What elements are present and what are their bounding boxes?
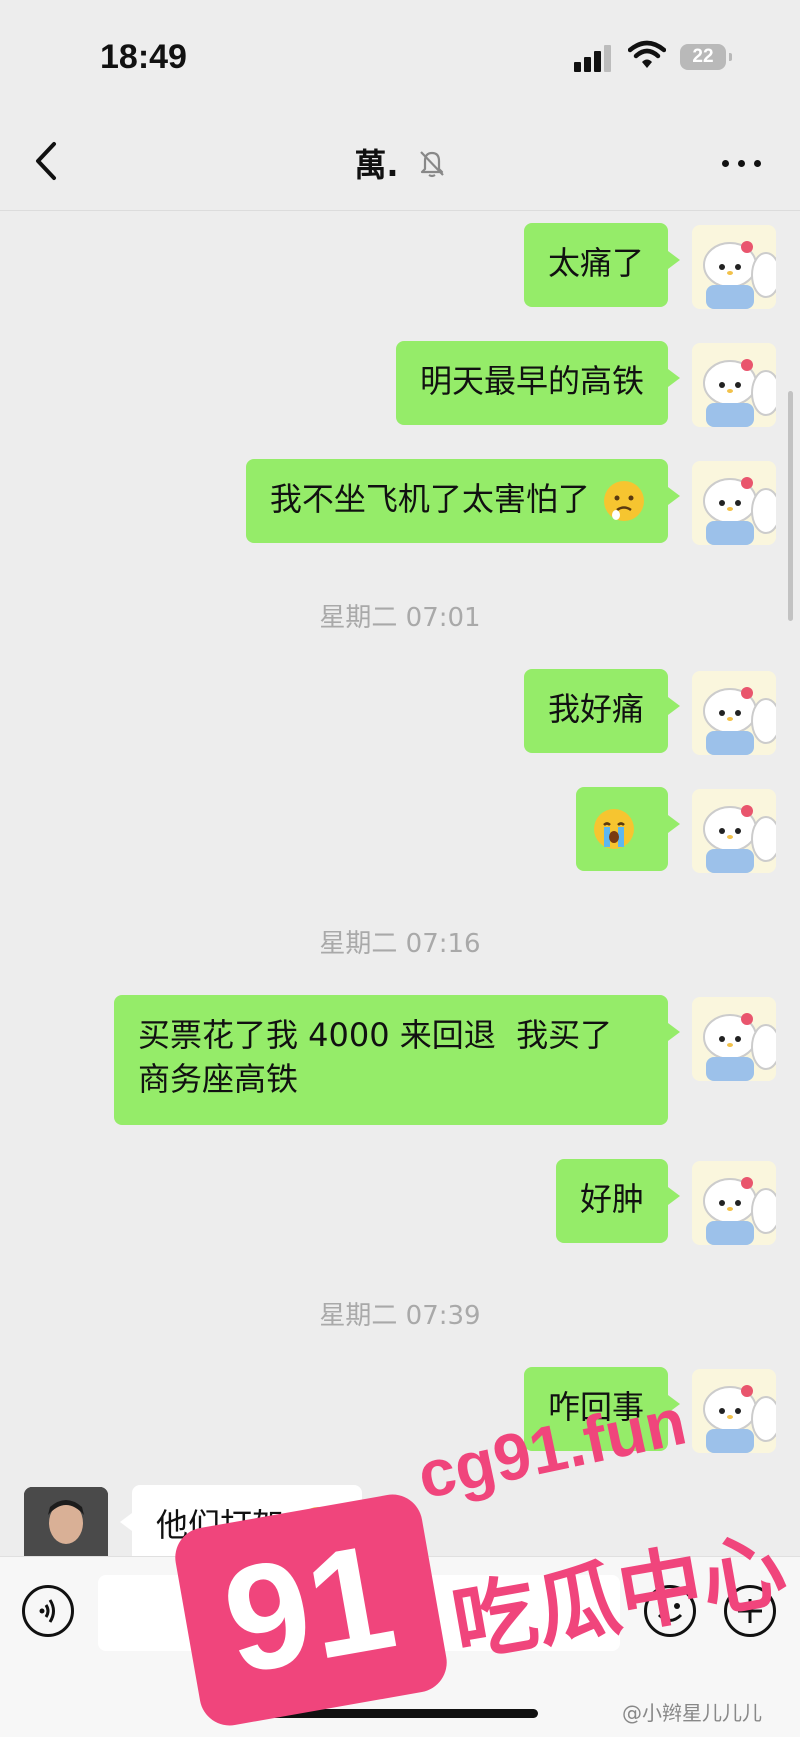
wifi-icon bbox=[628, 40, 666, 68]
mute-bell-icon bbox=[419, 151, 444, 178]
self-avatar[interactable] bbox=[692, 789, 776, 873]
hello-kitty-avatar-icon bbox=[703, 1177, 776, 1245]
signal-icon bbox=[574, 44, 614, 72]
self-avatar[interactable] bbox=[692, 1369, 776, 1453]
chat-title: 萬. bbox=[354, 146, 399, 184]
hello-kitty-avatar-icon bbox=[703, 241, 776, 309]
message-text-line: 买票花了我 4000 来回退 我买了 bbox=[138, 1016, 613, 1054]
message-bubble[interactable]: 咋回事 bbox=[523, 1367, 681, 1451]
message-input[interactable] bbox=[98, 1575, 620, 1651]
input-bar: @小辫星儿儿儿 bbox=[0, 1556, 800, 1737]
crying-face-emoji-icon bbox=[594, 809, 634, 849]
chat-header: 萬. bbox=[0, 118, 800, 211]
message-bubble[interactable]: 明天最早的高铁 bbox=[395, 341, 681, 425]
battery-indicator: 22 bbox=[680, 44, 732, 70]
message-list[interactable]: 太痛了 明天最早的高铁 我不坐飞机了太害怕了 星期二 07:01 我好痛 星期二… bbox=[0, 211, 800, 1571]
status-time: 18:49 bbox=[100, 38, 187, 76]
sad-face-emoji-icon bbox=[604, 481, 644, 521]
message-text: 我不坐飞机了太害怕了 bbox=[269, 480, 590, 518]
message-bubble[interactable] bbox=[576, 787, 680, 871]
timestamp: 星期二 07:16 bbox=[319, 929, 481, 959]
hello-kitty-avatar-icon bbox=[703, 1013, 776, 1081]
voice-icon bbox=[39, 1599, 55, 1623]
emoji-icon bbox=[657, 1603, 683, 1622]
self-avatar[interactable] bbox=[692, 1161, 776, 1245]
timestamp: 星期二 07:39 bbox=[319, 1301, 481, 1331]
self-avatar[interactable] bbox=[692, 997, 776, 1081]
message-text: 咋回事 bbox=[547, 1388, 644, 1426]
timestamp: 星期二 07:01 bbox=[319, 603, 481, 633]
plus-button[interactable] bbox=[724, 1585, 776, 1637]
message-bubble[interactable]: 太痛了 bbox=[523, 223, 681, 307]
message-bubble[interactable]: 我好痛 bbox=[523, 669, 681, 753]
source-credit: @小辫星儿儿儿 bbox=[622, 1701, 762, 1725]
hello-kitty-avatar-icon bbox=[703, 687, 776, 755]
self-avatar[interactable] bbox=[692, 225, 776, 309]
scrollbar[interactable] bbox=[788, 391, 793, 621]
hello-kitty-avatar-icon bbox=[703, 477, 776, 545]
message-bubble[interactable]: 我不坐飞机了太害怕了 bbox=[245, 459, 681, 543]
message-bubble[interactable]: 好肿 bbox=[555, 1159, 681, 1243]
message-text-line: 商务座高铁 bbox=[138, 1060, 299, 1098]
message-text: 他们打架 bbox=[156, 1506, 285, 1544]
emoji-button[interactable] bbox=[644, 1585, 696, 1637]
self-avatar[interactable] bbox=[692, 461, 776, 545]
message-text: 明天最早的高铁 bbox=[419, 362, 644, 400]
voice-button[interactable] bbox=[22, 1585, 74, 1637]
hello-kitty-avatar-icon bbox=[703, 1385, 776, 1453]
plus-icon bbox=[738, 1599, 762, 1623]
message-text: 太痛了 bbox=[547, 244, 644, 282]
self-avatar[interactable] bbox=[692, 671, 776, 755]
hello-kitty-avatar-icon bbox=[703, 805, 776, 873]
hello-kitty-avatar-icon bbox=[703, 359, 776, 427]
laughing-face-emoji-icon bbox=[298, 1507, 339, 1547]
chat-title-wrap: 萬. bbox=[0, 140, 800, 186]
self-avatar[interactable] bbox=[692, 343, 776, 427]
message-text: 我好痛 bbox=[547, 690, 644, 728]
message-bubble[interactable]: 买票花了我 4000 来回退 我买了 商务座高铁 bbox=[114, 995, 680, 1125]
more-button[interactable] bbox=[718, 148, 768, 178]
home-indicator[interactable] bbox=[262, 1709, 538, 1718]
status-bar: 18:49 22 bbox=[0, 0, 800, 118]
message-text: 好肿 bbox=[579, 1180, 644, 1218]
